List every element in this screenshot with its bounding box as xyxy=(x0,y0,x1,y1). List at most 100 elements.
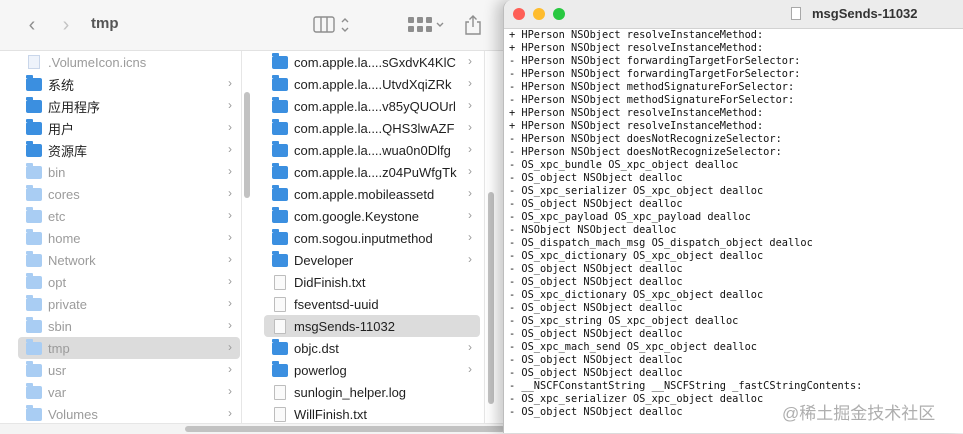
folder-icon xyxy=(272,206,288,223)
folder-icon xyxy=(26,272,42,289)
list-item[interactable]: var › xyxy=(18,381,240,403)
item-label: 资源库 xyxy=(48,143,88,159)
chevron-right-icon: › xyxy=(228,340,232,354)
list-item[interactable]: powerlog › xyxy=(264,359,480,381)
log-line: + HPerson NSObject resolveInstanceMethod… xyxy=(509,120,764,132)
item-label: Developer xyxy=(294,252,354,268)
document-icon xyxy=(274,274,286,290)
folder-icon xyxy=(26,228,42,245)
log-line: - OS_xpc_string OS_xpc_object dealloc xyxy=(509,315,739,327)
text-viewer-window: msgSends-11032 + HPerson NSObject resolv… xyxy=(503,0,963,433)
log-line: - OS_object NSObject dealloc xyxy=(509,263,683,275)
item-label: usr xyxy=(48,362,67,378)
list-item[interactable]: com.apple.la....wua0n0Dlfg › xyxy=(264,139,480,161)
item-label: objc.dst xyxy=(294,340,339,356)
chevron-right-icon: › xyxy=(228,76,232,90)
list-item[interactable]: bin › xyxy=(18,161,240,183)
title-bar[interactable]: msgSends-11032 xyxy=(504,0,963,29)
list-item[interactable]: private › xyxy=(18,293,240,315)
item-label: 用户 xyxy=(48,121,75,137)
log-line: - HPerson NSObject forwardingTargetForSe… xyxy=(509,68,801,80)
list-item[interactable]: sbin › xyxy=(18,315,240,337)
back-icon[interactable]: ‹ xyxy=(22,13,42,37)
list-item[interactable]: usr › xyxy=(18,359,240,381)
log-line: + HPerson NSObject resolveInstanceMethod… xyxy=(509,107,764,119)
folder-icon xyxy=(26,316,42,333)
list-item[interactable]: com.apple.mobileassetd › xyxy=(264,183,480,205)
sidebar-column: .VolumeIcon.icns 系统 › 应用程序 › 用户 › 资源库 › bin › cores… xyxy=(18,51,240,423)
list-item[interactable]: 用户 › xyxy=(18,117,240,139)
list-item[interactable]: tmp › xyxy=(18,337,240,359)
chevron-right-icon: › xyxy=(228,384,232,398)
chevron-right-icon: › xyxy=(468,164,472,178)
log-line: - OS_object NSObject dealloc xyxy=(509,276,683,288)
list-item[interactable]: sunlogin_helper.log xyxy=(264,381,480,403)
log-line: - OS_dispatch_mach_msg OS_dispatch_objec… xyxy=(509,237,813,249)
list-item[interactable]: com.apple.la....v85yQUOUrl › xyxy=(264,95,480,117)
item-label: Network xyxy=(48,252,96,268)
chevron-right-icon: › xyxy=(228,186,232,200)
minimize-button[interactable] xyxy=(533,8,545,20)
list-item[interactable]: cores › xyxy=(18,183,240,205)
item-label: bin xyxy=(48,164,66,180)
folder-icon xyxy=(26,184,42,201)
zoom-button[interactable] xyxy=(553,8,565,20)
list-item[interactable]: msgSends-11032 xyxy=(264,315,480,337)
log-content[interactable]: + HPerson NSObject resolveInstanceMethod… xyxy=(509,29,959,419)
item-label: com.apple.la....QHS3lwAZF xyxy=(294,120,455,136)
list-item[interactable]: com.apple.la....QHS3lwAZF › xyxy=(264,117,480,139)
list-item[interactable]: objc.dst › xyxy=(264,337,480,359)
log-line: - OS_object NSObject dealloc xyxy=(509,302,683,314)
chevron-right-icon: › xyxy=(228,164,232,178)
list-item[interactable]: Developer › xyxy=(264,249,480,271)
log-line: - HPerson NSObject methodSignatureForSel… xyxy=(509,81,795,93)
chevron-right-icon: › xyxy=(468,252,472,266)
chevron-right-icon: › xyxy=(228,208,232,222)
list-item[interactable]: DidFinish.txt xyxy=(264,271,480,293)
list-item[interactable]: com.sogou.inputmethod › xyxy=(264,227,480,249)
list-item[interactable]: 资源库 › xyxy=(18,139,240,161)
folder-icon xyxy=(26,360,42,377)
log-line: - OS_xpc_mach_send OS_xpc_object dealloc xyxy=(509,341,757,353)
column-scrollbar[interactable] xyxy=(488,192,494,404)
folder-icon xyxy=(26,206,42,223)
list-item[interactable]: etc › xyxy=(18,205,240,227)
list-item[interactable]: 应用程序 › xyxy=(18,95,240,117)
chevron-right-icon: › xyxy=(228,120,232,134)
folder-icon xyxy=(272,140,288,157)
column-divider[interactable] xyxy=(484,51,485,423)
folder-title: tmp xyxy=(91,15,119,32)
folder-icon xyxy=(26,140,42,157)
view-columns-icon[interactable] xyxy=(313,13,351,37)
list-item[interactable]: .VolumeIcon.icns xyxy=(18,51,240,73)
item-label: com.sogou.inputmethod xyxy=(294,230,433,246)
log-line: - OS_xpc_dictionary OS_xpc_object deallo… xyxy=(509,250,764,262)
list-item[interactable]: home › xyxy=(18,227,240,249)
list-item[interactable]: com.apple.la....UtvdXqiZRk › xyxy=(264,73,480,95)
chevron-right-icon: › xyxy=(228,318,232,332)
close-button[interactable] xyxy=(513,8,525,20)
document-icon xyxy=(274,406,286,422)
log-line: - OS_object NSObject dealloc xyxy=(509,367,683,379)
list-item[interactable]: fseventsd-uuid xyxy=(264,293,480,315)
list-item[interactable]: com.google.Keystone › xyxy=(264,205,480,227)
forward-icon[interactable]: › xyxy=(56,13,76,37)
list-item[interactable]: com.apple.la....sGxdvK4KlC › xyxy=(264,51,480,73)
column-divider[interactable] xyxy=(241,51,242,423)
log-line: - HPerson NSObject forwardingTargetForSe… xyxy=(509,55,801,67)
list-item[interactable]: opt › xyxy=(18,271,240,293)
folder-icon xyxy=(272,228,288,245)
group-icon[interactable] xyxy=(407,13,447,37)
column-scrollbar[interactable] xyxy=(244,92,250,198)
item-label: com.google.Keystone xyxy=(294,208,420,224)
share-icon[interactable] xyxy=(464,13,482,37)
list-item[interactable]: Network › xyxy=(18,249,240,271)
list-item[interactable]: Volumes › xyxy=(18,403,240,423)
folder-icon xyxy=(272,52,288,69)
log-line: - OS_object NSObject dealloc xyxy=(509,328,683,340)
log-line: - HPerson NSObject doesNotRecognizeSelec… xyxy=(509,133,782,145)
scroll-thumb[interactable] xyxy=(185,426,505,432)
list-item[interactable]: 系统 › xyxy=(18,73,240,95)
list-item[interactable]: WillFinish.txt xyxy=(264,403,480,423)
list-item[interactable]: com.apple.la....z04PuWfgTk › xyxy=(264,161,480,183)
